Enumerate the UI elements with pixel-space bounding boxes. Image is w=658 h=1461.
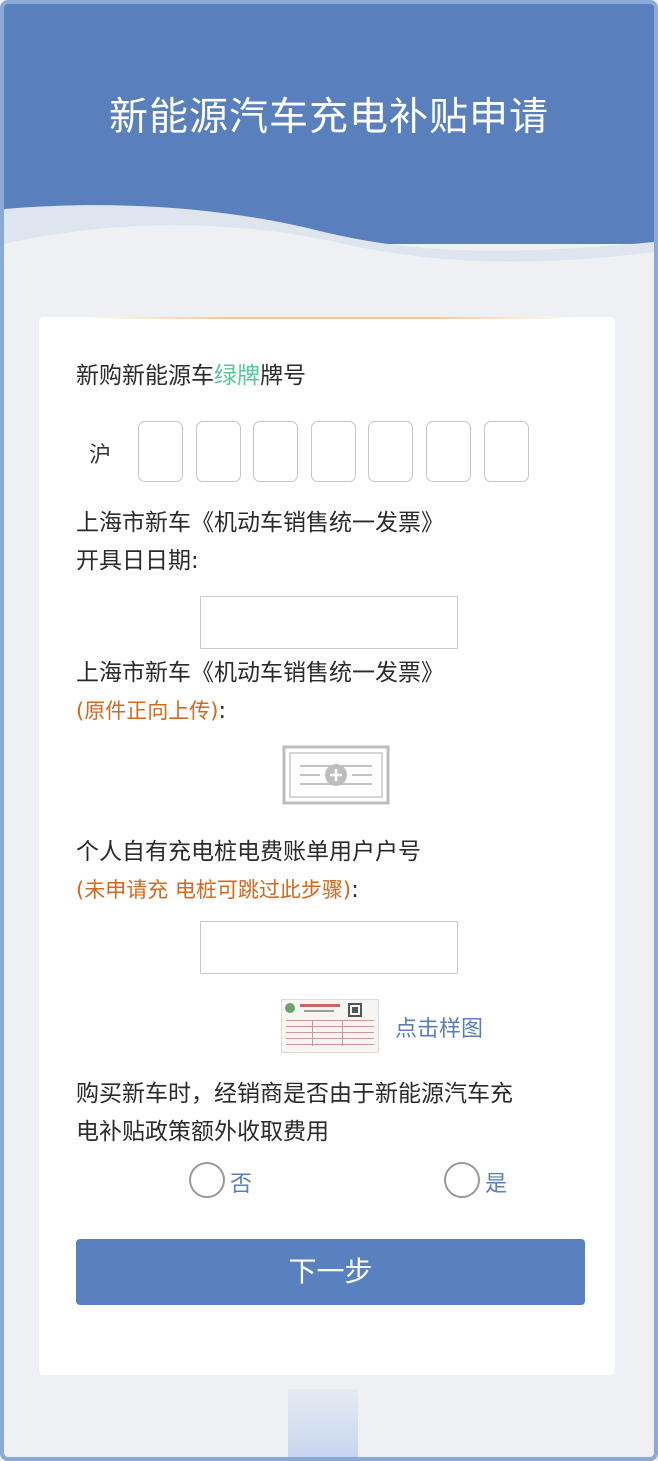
upload-add-icon[interactable] <box>282 745 390 805</box>
invoice-upload-label: 上海市新车《机动车销售统一发票》 (原件正向上传): <box>76 654 444 730</box>
invoice-date-label-line2: 开具日日期: <box>76 548 199 574</box>
charging-account-label-line1: 个人自有充电桩电费账单用户户号 <box>76 839 421 865</box>
charging-account-note: (未申请充 电桩可跳过此步骤) <box>76 878 352 902</box>
invoice-date-label: 上海市新车《机动车销售统一发票》 开具日日期: <box>76 504 444 580</box>
plate-prefix: 沪 <box>89 443 112 468</box>
plate-char-box[interactable] <box>138 421 183 482</box>
app-frame: 新能源汽车充电补贴申请 新购新能源车绿牌牌号 沪 上海市新车《机动车销售统一发票… <box>0 0 658 1461</box>
plate-label-suffix: 牌号 <box>260 363 306 389</box>
plate-label-text: 新购新能源车 <box>76 363 214 389</box>
charging-account-label: 个人自有充电桩电费账单用户户号 (未申请充 电桩可跳过此步骤): <box>76 833 421 909</box>
radio-label-no: 否 <box>230 1172 253 1197</box>
page-title: 新能源汽车充电补贴申请 <box>108 95 549 140</box>
bottom-decoration <box>288 1389 358 1457</box>
dealer-fee-question-line1: 购买新车时，经销商是否由于新能源汽车充 <box>76 1081 513 1107</box>
invoice-upload-colon: : <box>218 698 227 724</box>
plate-char-box[interactable] <box>426 421 471 482</box>
radio-circle[interactable] <box>189 1162 225 1198</box>
next-step-button[interactable]: 下一步 <box>76 1239 585 1305</box>
plate-char-box[interactable] <box>253 421 298 482</box>
application-form: 新购新能源车绿牌牌号 沪 上海市新车《机动车销售统一发票》 开具日日期: 上海市… <box>39 317 615 1375</box>
invoice-date-field[interactable] <box>200 596 458 649</box>
header-wave-background <box>4 4 654 304</box>
plate-char-box[interactable] <box>484 421 529 482</box>
charging-account-field[interactable] <box>200 921 458 974</box>
sample-bill-thumbnail[interactable] <box>281 999 379 1053</box>
radio-circle[interactable] <box>444 1162 480 1198</box>
plate-label: 新购新能源车绿牌牌号 <box>76 357 306 395</box>
radio-label-yes: 是 <box>485 1172 508 1197</box>
plate-char-box[interactable] <box>196 421 241 482</box>
charging-account-colon: : <box>351 877 359 903</box>
invoice-upload-note: (原件正向上传) <box>76 699 219 723</box>
invoice-date-label-line1: 上海市新车《机动车销售统一发票》 <box>76 510 444 536</box>
plate-char-box[interactable] <box>368 421 413 482</box>
page-header: 新能源汽车充电补贴申请 <box>4 4 654 304</box>
dealer-fee-question-line2: 电补贴政策额外收取费用 <box>76 1119 329 1145</box>
card-accent-line <box>79 317 579 319</box>
dealer-fee-question: 购买新车时，经销商是否由于新能源汽车充 电补贴政策额外收取费用 <box>76 1075 513 1151</box>
plate-char-box[interactable] <box>311 421 356 482</box>
view-sample-link[interactable]: 点击样图 <box>395 1011 483 1043</box>
green-plate-text: 绿牌 <box>214 363 260 389</box>
invoice-upload-label-line1: 上海市新车《机动车销售统一发票》 <box>76 660 444 686</box>
